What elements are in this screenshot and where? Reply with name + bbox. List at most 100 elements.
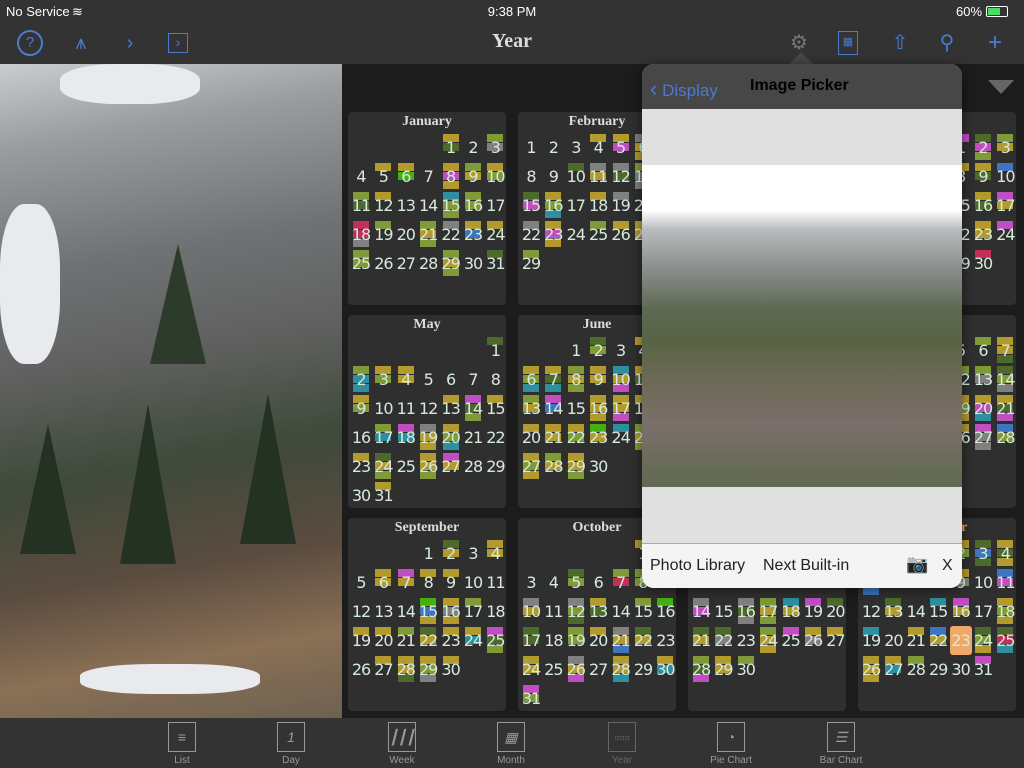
day-cell[interactable]: 18 — [542, 626, 564, 655]
day-cell[interactable]: 21 — [690, 626, 712, 655]
day-cell[interactable]: 25 — [587, 220, 609, 249]
day-cell[interactable]: 10 — [994, 162, 1016, 191]
day-cell[interactable]: 22 — [520, 220, 542, 249]
day-cell[interactable]: 3 — [994, 133, 1016, 162]
day-cell[interactable]: 15 — [484, 394, 506, 423]
day-cell[interactable]: 18 — [350, 220, 372, 249]
day-cell[interactable]: 22 — [484, 423, 506, 452]
tab-week[interactable]: ┃┃┃ Week — [362, 720, 442, 766]
day-cell[interactable]: 3 — [972, 539, 994, 568]
day-cell[interactable]: 10 — [520, 597, 542, 626]
day-cell[interactable]: 24 — [757, 626, 779, 655]
day-cell[interactable]: 18 — [484, 597, 506, 626]
day-cell[interactable]: 8 — [520, 162, 542, 191]
day-cell[interactable]: 15 — [632, 597, 654, 626]
day-cell[interactable]: 23 — [587, 423, 609, 452]
day-cell[interactable]: 13 — [520, 394, 542, 423]
day-cell[interactable]: 15 — [417, 597, 439, 626]
day-cell[interactable]: 27 — [520, 452, 542, 481]
day-cell[interactable]: 5 — [417, 365, 439, 394]
day-cell[interactable]: 23 — [654, 626, 676, 655]
day-cell[interactable]: 3 — [565, 133, 587, 162]
day-cell[interactable]: 30 — [440, 655, 462, 684]
day-cell[interactable]: 6 — [972, 336, 994, 365]
day-cell[interactable]: 27 — [882, 655, 904, 684]
day-cell[interactable]: 8 — [440, 162, 462, 191]
day-cell[interactable]: 2 — [972, 133, 994, 162]
day-cell[interactable]: 24 — [972, 626, 994, 655]
day-cell[interactable]: 16 — [950, 597, 972, 626]
day-cell[interactable]: 18 — [395, 423, 417, 452]
dropdown-triangle-icon[interactable] — [988, 80, 1014, 94]
tab-list[interactable]: ≡ List — [142, 720, 222, 766]
day-cell[interactable]: 20 — [520, 423, 542, 452]
day-cell[interactable]: 7 — [542, 365, 564, 394]
tab-day[interactable]: 1 Day — [251, 720, 331, 766]
day-cell[interactable]: 28 — [610, 655, 632, 684]
day-cell[interactable]: 16 — [542, 191, 564, 220]
day-cell[interactable]: 3 — [372, 365, 394, 394]
day-cell[interactable]: 13 — [587, 597, 609, 626]
day-cell[interactable]: 10 — [972, 568, 994, 597]
day-cell[interactable]: 7 — [395, 568, 417, 597]
day-cell[interactable]: 27 — [395, 249, 417, 278]
day-cell[interactable]: 31 — [372, 481, 394, 510]
day-cell[interactable]: 1 — [417, 539, 439, 568]
day-cell[interactable]: 5 — [372, 162, 394, 191]
day-cell[interactable]: 29 — [417, 655, 439, 684]
day-cell[interactable]: 21 — [417, 220, 439, 249]
day-cell[interactable]: 14 — [395, 597, 417, 626]
day-cell[interactable]: 17 — [462, 597, 484, 626]
day-cell[interactable]: 19 — [565, 626, 587, 655]
day-cell[interactable]: 5 — [350, 568, 372, 597]
day-cell[interactable]: 9 — [542, 162, 564, 191]
day-cell[interactable]: 7 — [610, 568, 632, 597]
day-cell[interactable]: 26 — [610, 220, 632, 249]
tab-year[interactable]: ▫▫▫ Year — [582, 720, 662, 766]
day-cell[interactable]: 23 — [462, 220, 484, 249]
day-cell[interactable]: 29 — [565, 452, 587, 481]
day-cell[interactable]: 7 — [462, 365, 484, 394]
day-cell[interactable]: 26 — [860, 655, 882, 684]
day-cell[interactable]: 10 — [484, 162, 506, 191]
day-cell[interactable]: 20 — [972, 394, 994, 423]
day-cell[interactable]: 24 — [462, 626, 484, 655]
day-cell[interactable]: 29 — [927, 655, 949, 684]
day-cell[interactable]: 22 — [440, 220, 462, 249]
day-cell[interactable]: 6 — [440, 365, 462, 394]
day-cell[interactable]: 17 — [484, 191, 506, 220]
day-cell[interactable]: 30 — [462, 249, 484, 278]
day-cell[interactable]: 18 — [587, 191, 609, 220]
day-cell[interactable]: 16 — [440, 597, 462, 626]
day-cell[interactable]: 4 — [395, 365, 417, 394]
day-cell[interactable]: 17 — [520, 626, 542, 655]
day-cell[interactable]: 18 — [994, 597, 1016, 626]
day-cell[interactable]: 13 — [395, 191, 417, 220]
day-cell[interactable]: 10 — [462, 568, 484, 597]
sidebar-toggle-icon[interactable]: › — [168, 33, 188, 53]
day-cell[interactable]: 29 — [712, 655, 734, 684]
day-cell[interactable]: 31 — [520, 684, 542, 713]
day-cell[interactable]: 27 — [972, 423, 994, 452]
day-cell[interactable]: 1 — [440, 133, 462, 162]
day-cell[interactable]: 10 — [565, 162, 587, 191]
day-cell[interactable]: 19 — [802, 597, 824, 626]
day-cell[interactable]: 13 — [972, 365, 994, 394]
next-builtin-button[interactable]: Next Built-in — [763, 557, 849, 575]
month-may[interactable]: May 1 2 3 4 5 6 7 8 9 10 11 12 13 14 15 16 17 18 19 20 21 22 23… — [348, 315, 506, 508]
day-cell[interactable]: 6 — [587, 568, 609, 597]
day-cell[interactable]: 4 — [587, 133, 609, 162]
day-cell[interactable]: 17 — [972, 597, 994, 626]
share-icon[interactable]: ⇧ — [887, 30, 913, 56]
day-cell[interactable]: 6 — [395, 162, 417, 191]
day-cell[interactable]: 2 — [462, 133, 484, 162]
day-cell[interactable]: 21 — [462, 423, 484, 452]
day-cell[interactable]: 19 — [610, 191, 632, 220]
day-cell[interactable]: 16 — [654, 597, 676, 626]
day-cell[interactable]: 30 — [735, 655, 757, 684]
day-cell[interactable]: 22 — [927, 626, 949, 655]
day-cell[interactable]: 28 — [395, 655, 417, 684]
month-january[interactable]: January 1 2 3 4 5 6 7 8 9 10 11 12 13 14 15 16 17 18 19 20 21… — [348, 112, 506, 305]
day-cell[interactable]: 11 — [994, 568, 1016, 597]
day-cell[interactable]: 23 — [972, 220, 994, 249]
